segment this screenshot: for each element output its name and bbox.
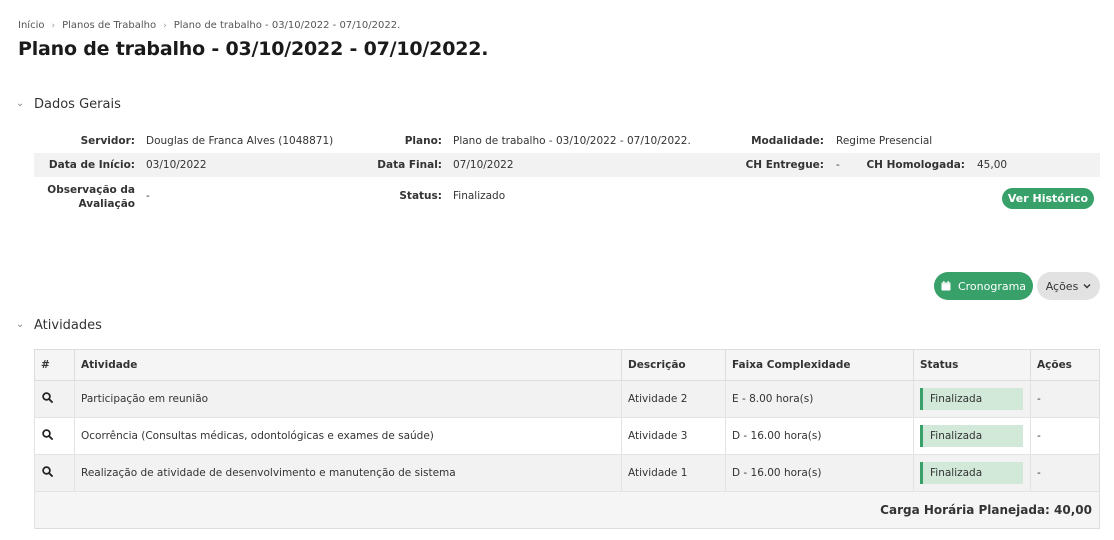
cell-faixa: D - 16.00 hora(s): [725, 417, 914, 455]
modalidade-value: Regime Presencial: [836, 135, 933, 147]
table-row: Ocorrência (Consultas médicas, odontológ…: [34, 417, 1100, 455]
table-row: Realização de atividade de desenvolvimen…: [34, 454, 1100, 492]
section-general-title: Dados Gerais: [34, 97, 121, 112]
chevron-right-icon: ›: [163, 20, 167, 31]
cell-descricao: Atividade 3: [621, 417, 726, 455]
search-icon: [42, 429, 53, 440]
status-badge: Finalizada: [920, 462, 1023, 484]
servidor-value: Douglas de Franca Alves (1048871): [146, 135, 334, 147]
table-footer-row: Carga Horária Planejada: 40,00: [34, 491, 1100, 529]
chevron-right-icon: ›: [51, 20, 56, 31]
cell-atividade: Participação em reunião: [74, 380, 622, 418]
plano-value: Plano de trabalho - 03/10/2022 - 07/10/2…: [453, 135, 691, 147]
section-activities-toggle[interactable]: ⌄ Atividades: [16, 318, 102, 333]
cell-faixa: E - 8.00 hora(s): [725, 380, 914, 418]
chevron-down-icon: ⌄: [16, 98, 25, 109]
col-header-faixa: Faixa Complexidade: [725, 349, 914, 381]
cronograma-label: Cronograma: [957, 279, 1027, 293]
search-icon: [42, 466, 53, 477]
table-header-row: # Atividade Descrição Faixa Complexidade…: [34, 349, 1100, 381]
cell-status: Finalizada: [913, 380, 1031, 418]
section-activities-title: Atividades: [34, 318, 102, 333]
section-general-toggle[interactable]: ⌄ Dados Gerais: [16, 97, 121, 112]
chevron-down-icon: [1083, 284, 1091, 289]
details-row-3: Observação da Avaliação - Status: Finali…: [34, 177, 1100, 217]
cell-status: Finalizada: [913, 454, 1031, 492]
col-header-num: #: [34, 349, 75, 381]
data-final-value: 07/10/2022: [453, 159, 514, 171]
col-header-descricao: Descrição: [621, 349, 726, 381]
cell-atividade: Ocorrência (Consultas médicas, odontológ…: [74, 417, 622, 455]
breadcrumb-home[interactable]: Início: [18, 20, 44, 31]
status-value: Finalizado: [453, 190, 506, 202]
ch-entregue-value: -: [836, 159, 840, 171]
cell-faixa: D - 16.00 hora(s): [725, 454, 914, 492]
col-header-acoes: Ações: [1030, 349, 1100, 381]
acoes-label: Ações: [1045, 279, 1079, 293]
col-header-status: Status: [913, 349, 1031, 381]
page-title: Plano de trabalho - 03/10/2022 - 07/10/2…: [18, 38, 489, 60]
breadcrumb-plans[interactable]: Planos de Trabalho: [62, 20, 156, 31]
observacao-label-line-1: Observação da: [47, 184, 135, 196]
observacao-value: -: [146, 190, 150, 202]
acoes-dropdown[interactable]: Ações: [1037, 272, 1100, 300]
servidor-label: Servidor:: [80, 135, 135, 147]
calendar-icon: [941, 281, 951, 291]
ver-historico-button[interactable]: Ver Histórico: [1002, 188, 1094, 209]
data-inicio-value: 03/10/2022: [146, 159, 207, 171]
cell-status: Finalizada: [913, 417, 1031, 455]
cell-acoes: -: [1030, 454, 1100, 492]
carga-horaria-total: Carga Horária Planejada: 40,00: [34, 491, 1100, 529]
status-badge: Finalizada: [920, 388, 1023, 410]
row-view-button[interactable]: [34, 417, 75, 455]
cell-atividade: Realização de atividade de desenvolvimen…: [74, 454, 622, 492]
observacao-label: Observação da Avaliação: [47, 183, 135, 211]
cell-acoes: -: [1030, 380, 1100, 418]
table-row: Participação em reunião Atividade 2 E - …: [34, 380, 1100, 418]
status-badge: Finalizada: [920, 425, 1023, 447]
cell-acoes: -: [1030, 417, 1100, 455]
search-icon: [42, 392, 53, 403]
general-details: Servidor: Douglas de Franca Alves (10488…: [34, 129, 1100, 217]
row-view-button[interactable]: [34, 380, 75, 418]
ch-entregue-label: CH Entregue:: [745, 159, 824, 171]
col-header-atividade: Atividade: [74, 349, 622, 381]
row-view-button[interactable]: [34, 454, 75, 492]
data-inicio-label: Data de Início:: [48, 159, 135, 171]
status-label: Status:: [399, 190, 442, 202]
cell-descricao: Atividade 2: [621, 380, 726, 418]
details-row-1: Servidor: Douglas de Franca Alves (10488…: [34, 129, 1100, 153]
plano-label: Plano:: [404, 135, 442, 147]
breadcrumb-current: Plano de trabalho - 03/10/2022 - 07/10/2…: [173, 20, 401, 31]
cell-descricao: Atividade 1: [621, 454, 726, 492]
ch-homologada-value: 45,00: [977, 159, 1008, 171]
data-final-label: Data Final:: [377, 159, 442, 171]
modalidade-label: Modalidade:: [751, 135, 824, 147]
activities-table: # Atividade Descrição Faixa Complexidade…: [34, 349, 1100, 529]
details-row-2: Data de Início: 03/10/2022 Data Final: 0…: [34, 153, 1100, 177]
breadcrumb: Início › Planos de Trabalho › Plano de t…: [18, 20, 400, 31]
ch-homologada-label: CH Homologada:: [866, 159, 965, 171]
observacao-label-line-2: Avaliação: [78, 198, 136, 210]
chevron-down-icon: ⌄: [16, 319, 25, 330]
cronograma-button[interactable]: Cronograma: [934, 272, 1033, 300]
